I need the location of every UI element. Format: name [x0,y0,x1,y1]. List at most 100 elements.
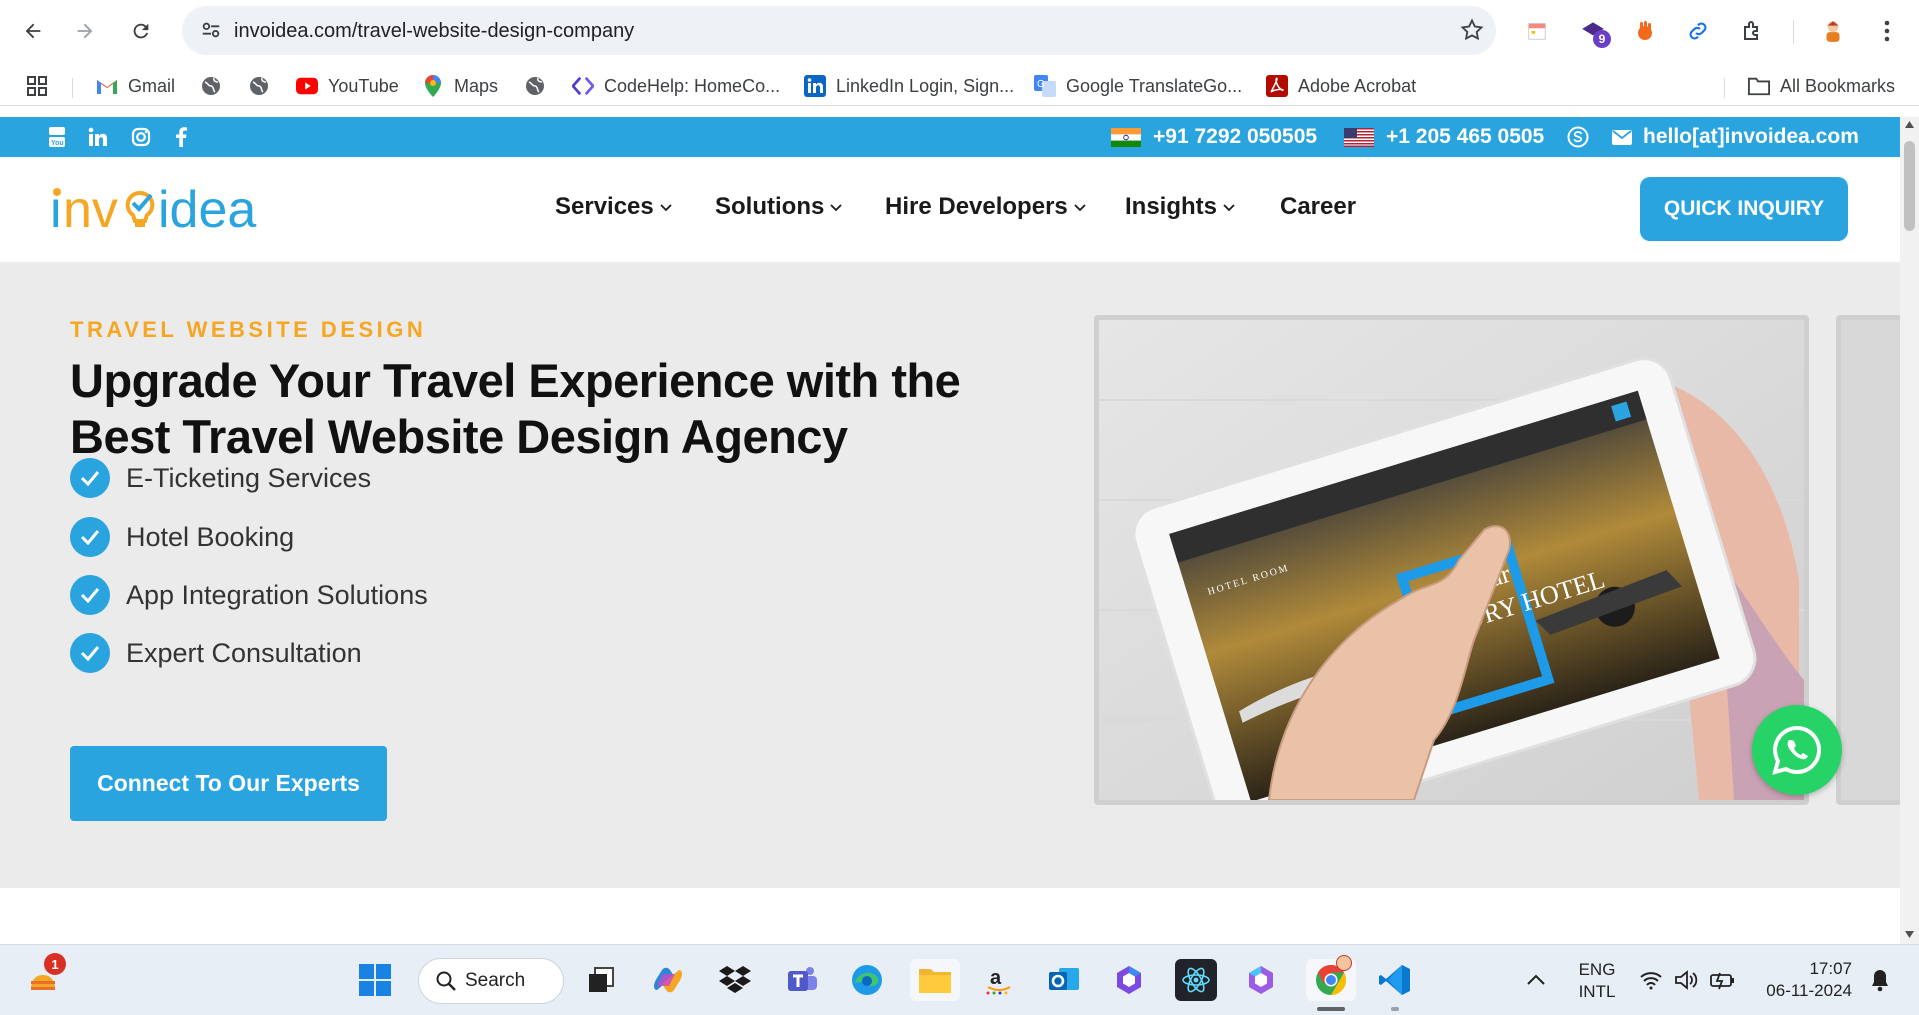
bookmark-codehelp[interactable]: CodeHelp: HomeCo... [572,72,780,100]
bookmark-google-translate[interactable]: G Google TranslateGo... [1034,72,1242,100]
bookmarks-bar: Gmail YouTube Maps CodeHelp: HomeCo... L… [0,66,1919,106]
bookmark-maps[interactable]: Maps [422,72,498,100]
chevron-up-icon [1527,974,1545,985]
extensions-puzzle-icon[interactable] [1738,16,1768,46]
outlook-icon[interactable] [1043,959,1085,1001]
teams-icon[interactable] [781,959,823,1001]
phone-us[interactable]: +1 205 465 0505 [1344,125,1544,149]
whatsapp-chat-button[interactable] [1752,705,1842,795]
bookmark-adobe-acrobat[interactable]: Adobe Acrobat [1266,72,1416,100]
back-button[interactable] [16,14,50,48]
email-contact[interactable]: hello[at]invoidea.com [1611,125,1859,149]
forward-button[interactable] [68,14,102,48]
taskbar-search[interactable]: Search [418,958,564,1004]
browser-chrome: invoidea.com/travel-website-design-compa… [0,0,1919,117]
vscode-icon[interactable] [1374,959,1416,1001]
us-flag-icon [1344,127,1374,147]
m365-copilot-icon[interactable] [1240,959,1282,1001]
more-vert-icon [1884,20,1890,42]
reload-icon [133,23,149,39]
invoidea-logo[interactable]: i nv idea [50,181,265,252]
reload-button[interactable] [124,14,158,48]
arrow-left-icon [25,23,41,39]
notifications-bell-icon[interactable] [1864,959,1896,1001]
bookmark-youtube[interactable]: YouTube [296,72,399,100]
bookmark-linkedin[interactable]: LinkedIn Login, Sign... [804,72,1014,100]
nav-services[interactable]: Services [555,193,672,221]
address-bar[interactable]: invoidea.com/travel-website-design-compa… [182,6,1496,55]
globe-icon [524,75,546,97]
clock[interactable]: 17:07 06-11-2024 [1752,958,1852,1002]
svg-text:nv: nv [63,183,118,239]
connect-experts-button[interactable]: Connect To Our Experts [70,746,387,821]
task-view-icon[interactable] [580,959,622,1001]
extension-badge: 9 [1593,30,1611,48]
bookmark-globe-3[interactable] [524,72,556,100]
phone-india[interactable]: +91 7292 050505 [1111,125,1317,149]
web-page: You +91 7292 050505 +1 205 465 0505 hell… [0,117,1900,944]
youtube-social-icon[interactable]: You [46,126,68,148]
bookmark-globe-2[interactable] [248,72,280,100]
extension-badge-icon[interactable]: 9 [1578,16,1611,48]
file-explorer-icon[interactable] [910,959,960,1001]
instagram-social-icon[interactable] [130,126,152,148]
calendar-extension-icon[interactable] [1522,16,1552,46]
gmail-icon [96,75,118,97]
show-hidden-icons-button[interactable] [1520,959,1552,1001]
url-text[interactable]: invoidea.com/travel-website-design-compa… [234,20,634,43]
m365-icon[interactable] [1108,959,1150,1001]
chrome-taskbar-icon[interactable] [1306,955,1356,1001]
apps-grid-icon[interactable] [26,72,48,100]
volume-icon[interactable] [1671,959,1701,1001]
start-button[interactable] [354,959,396,1001]
browser-menu-button[interactable] [1872,16,1902,46]
hero-section: TRAVEL WEBSITE DESIGN Upgrade Your Trave… [0,263,1900,888]
nav-solutions[interactable]: Solutions [715,193,842,221]
scrollbar-thumb[interactable] [1904,141,1915,231]
linkedin-social-icon[interactable] [87,126,109,148]
feature-item: E-Ticketing Services [70,458,371,498]
translate-icon: G [1034,75,1056,97]
svg-text:G: G [1037,79,1045,90]
hand-extension-icon[interactable] [1630,16,1660,46]
link-extension-icon[interactable] [1683,16,1713,46]
feature-item: Expert Consultation [70,633,362,673]
globe-icon [248,75,270,97]
globe-icon [200,75,222,97]
browser-toolbar: invoidea.com/travel-website-design-compa… [0,0,1919,62]
running-app-indicator [1391,1007,1399,1011]
bookmark-gmail[interactable]: Gmail [96,72,175,100]
toolbar-divider [1793,20,1794,44]
profile-avatar[interactable] [1818,16,1848,46]
chevron-down-icon [830,204,842,212]
language-indicator[interactable]: ENG INTL [1572,959,1622,1003]
hero-tablet-image: HOTEL ROOM Super Star LUXURY HOTEL [1094,315,1809,805]
bookmark-globe-1[interactable] [200,72,232,100]
wifi-icon[interactable] [1636,959,1666,1001]
codehelp-icon [572,75,594,97]
nav-insights[interactable]: Insights [1125,193,1235,221]
site-info-icon[interactable] [200,19,222,41]
facebook-social-icon[interactable] [170,126,192,148]
youtube-icon [296,75,318,97]
skype-icon[interactable] [1567,126,1589,148]
page-scrollbar[interactable] [1900,117,1919,944]
copilot-icon[interactable] [647,959,689,1001]
dropbox-icon[interactable] [714,959,756,1001]
linkedin-icon [804,75,826,97]
star-icon[interactable] [1460,18,1484,42]
nav-hire-developers[interactable]: Hire Developers [885,193,1086,221]
nav-career[interactable]: Career [1280,193,1356,221]
all-bookmarks-button[interactable]: All Bookmarks [1748,72,1895,100]
quick-inquiry-button[interactable]: QUICK INQUIRY [1640,177,1848,241]
maps-icon [422,75,444,97]
bookmarks-divider-right [1724,78,1725,98]
scroll-down-icon[interactable] [1905,931,1914,938]
edge-icon[interactable] [846,959,888,1001]
react-devtools-icon[interactable] [1175,959,1217,1001]
amazon-icon[interactable]: a [978,959,1020,1001]
check-icon [70,575,110,615]
scroll-up-icon[interactable] [1905,121,1914,128]
widgets-icon[interactable]: 1 [24,953,66,1001]
battery-icon[interactable] [1706,959,1738,1001]
